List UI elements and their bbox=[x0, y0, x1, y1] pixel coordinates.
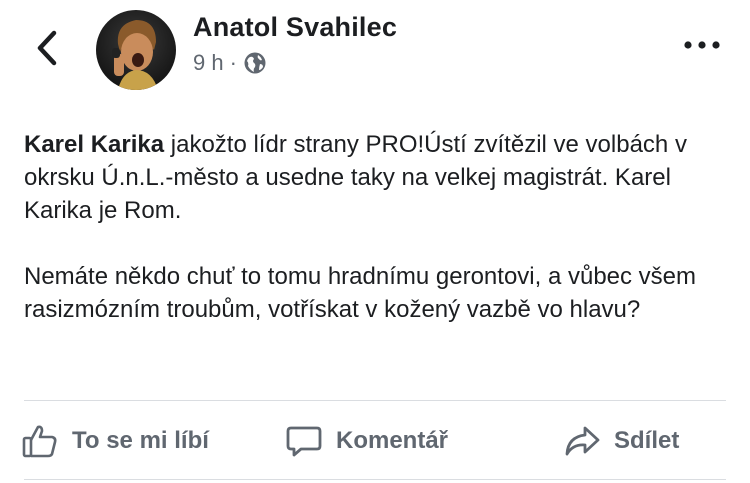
share-button[interactable]: Sdílet bbox=[562, 419, 679, 463]
comment-icon bbox=[284, 421, 324, 461]
post-text: Karel Karika jakožto lídr strany PRO!Úst… bbox=[24, 128, 724, 326]
like-button[interactable]: To se mi líbí bbox=[20, 419, 209, 463]
divider bbox=[24, 479, 726, 480]
comment-button[interactable]: Komentář bbox=[284, 419, 448, 463]
post-header: Anatol Svahilec 9 h · bbox=[0, 0, 750, 110]
post-meta: 9 h · bbox=[193, 50, 267, 76]
back-button[interactable] bbox=[30, 28, 64, 68]
author-name[interactable]: Anatol Svahilec bbox=[193, 12, 397, 43]
action-bar: To se mi líbí Komentář Sdílet bbox=[0, 401, 750, 479]
more-horizontal-icon bbox=[684, 41, 720, 49]
share-icon bbox=[562, 421, 602, 461]
like-label: To se mi líbí bbox=[72, 427, 209, 454]
post-time[interactable]: 9 h bbox=[193, 50, 224, 76]
post-paragraph: Karel Karika jakožto lídr strany PRO!Úst… bbox=[24, 128, 724, 227]
post-paragraph: Nemáte někdo chuť to tomu hradnímu geron… bbox=[24, 263, 697, 323]
thumbs-up-icon bbox=[20, 421, 60, 461]
globe-icon bbox=[244, 52, 266, 74]
share-label: Sdílet bbox=[614, 427, 680, 454]
meta-separator: · bbox=[229, 50, 237, 75]
avatar[interactable] bbox=[96, 10, 176, 90]
chevron-left-icon bbox=[37, 30, 57, 66]
mention-link[interactable]: Karel Karika bbox=[24, 131, 164, 158]
comment-label: Komentář bbox=[336, 427, 449, 454]
more-options-button[interactable] bbox=[682, 30, 722, 60]
